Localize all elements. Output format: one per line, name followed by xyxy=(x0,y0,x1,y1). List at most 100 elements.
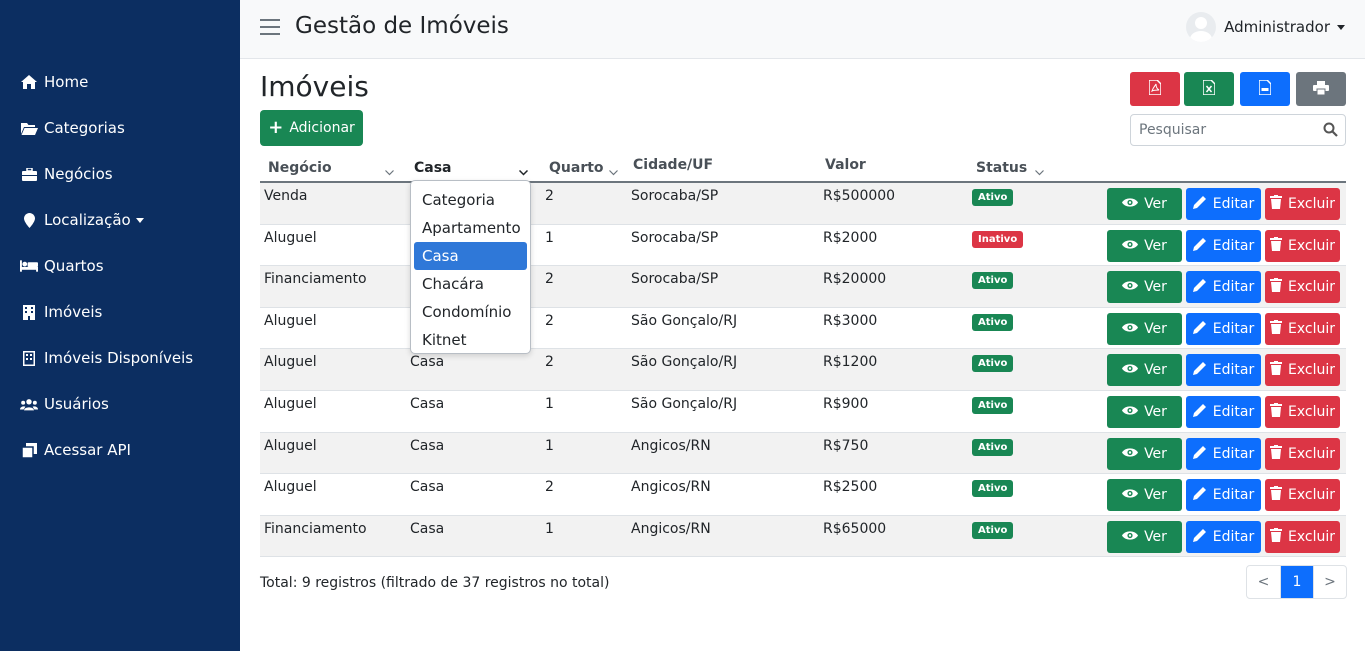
chevron-down-icon xyxy=(518,164,529,180)
file-csv-icon xyxy=(1258,78,1272,99)
delete-button[interactable]: Excluir xyxy=(1265,437,1340,470)
cell-cidade: Angicos/RN xyxy=(631,479,711,496)
cell-negocio: Aluguel xyxy=(264,312,317,329)
cell-valor: R$900 xyxy=(823,395,869,412)
category-option[interactable]: Kitnet xyxy=(414,326,527,354)
view-button[interactable]: Ver xyxy=(1107,271,1182,304)
view-button[interactable]: Ver xyxy=(1107,437,1182,470)
column-header-status[interactable]: Status xyxy=(976,155,1046,181)
export-csv-button[interactable] xyxy=(1240,72,1290,106)
view-button[interactable]: Ver xyxy=(1107,188,1182,220)
view-button[interactable]: Ver xyxy=(1107,395,1182,428)
category-option[interactable]: Condomínio xyxy=(414,298,527,326)
sidebar-item-acessar-api[interactable]: Acessar API xyxy=(0,427,240,473)
eye-icon xyxy=(1122,404,1144,420)
view-button[interactable]: Ver xyxy=(1107,229,1182,262)
search-input[interactable] xyxy=(1131,115,1316,145)
category-option[interactable]: Casa xyxy=(414,242,527,270)
delete-button[interactable]: Excluir xyxy=(1265,188,1340,220)
print-button[interactable] xyxy=(1296,72,1346,106)
delete-button[interactable]: Excluir xyxy=(1265,354,1340,387)
pagination-page[interactable]: 1 xyxy=(1280,566,1313,598)
top-navbar: Gestão de Imóveis Administrador xyxy=(240,0,1365,59)
pagination-next[interactable]: > xyxy=(1313,566,1346,598)
cell-negocio: Aluguel xyxy=(264,479,317,496)
print-icon xyxy=(1313,80,1329,99)
sidebar-item-label: Quartos xyxy=(44,257,104,275)
menu-toggle-icon[interactable] xyxy=(260,19,280,37)
cell-valor: R$1200 xyxy=(823,354,878,371)
column-header-quarto[interactable]: Quarto xyxy=(549,155,621,181)
trash-icon xyxy=(1270,236,1288,255)
cell-categoria: Casa xyxy=(410,354,445,371)
cell-quarto: 2 xyxy=(545,188,554,204)
view-button[interactable]: Ver xyxy=(1107,520,1182,553)
add-button[interactable]: + Adicionar xyxy=(260,110,363,146)
column-header-negocio[interactable]: Negócio xyxy=(268,155,408,181)
delete-button[interactable]: Excluir xyxy=(1265,395,1340,428)
avatar xyxy=(1186,12,1217,42)
app-title: Gestão de Imóveis xyxy=(295,13,509,39)
delete-button[interactable]: Excluir xyxy=(1265,479,1340,512)
sidebar-item-categorias[interactable]: Categorias xyxy=(0,105,240,151)
delete-button[interactable]: Excluir xyxy=(1265,229,1340,262)
pagination: < 1 > xyxy=(1246,565,1347,599)
sidebar-item-home[interactable]: Home xyxy=(0,59,240,105)
sidebar-item-quartos[interactable]: Quartos xyxy=(0,243,240,289)
eye-icon xyxy=(1122,446,1144,462)
cell-categoria: Casa xyxy=(410,437,445,454)
user-menu[interactable]: Administrador xyxy=(1186,12,1345,42)
cell-cidade: Angicos/RN xyxy=(631,520,711,537)
table-header: Negócio Casa Quarto Cidade/UF Valor Stat… xyxy=(260,155,1346,183)
view-button[interactable]: Ver xyxy=(1107,354,1182,387)
table-row: Aluguel Casa 1 Angicos/RN R$750 Ativo Ver Edita… xyxy=(260,432,1346,475)
edit-button[interactable]: Editar xyxy=(1186,354,1261,387)
view-button[interactable]: Ver xyxy=(1107,312,1182,345)
category-option[interactable]: Categoria xyxy=(414,186,527,214)
edit-button[interactable]: Editar xyxy=(1186,188,1261,220)
edit-button[interactable]: Editar xyxy=(1186,479,1261,512)
sidebar-item-negocios[interactable]: Negócios xyxy=(0,151,240,197)
pencil-icon xyxy=(1192,486,1213,504)
export-pdf-button[interactable] xyxy=(1130,72,1180,106)
category-option[interactable]: Apartamento xyxy=(414,214,527,242)
sidebar-item-imoveis[interactable]: Imóveis xyxy=(0,289,240,335)
pencil-icon xyxy=(1192,361,1213,379)
cell-valor: R$750 xyxy=(823,437,869,454)
status-badge: Ativo xyxy=(972,355,1014,373)
sidebar-item-usuarios[interactable]: Usuários xyxy=(0,381,240,427)
delete-button[interactable]: Excluir xyxy=(1265,271,1340,304)
export-excel-button[interactable] xyxy=(1184,72,1234,106)
status-badge: Ativo xyxy=(972,438,1014,456)
column-header-valor: Valor xyxy=(825,157,866,173)
status-badge: Inativo xyxy=(972,230,1024,248)
cell-valor: R$2500 xyxy=(823,479,878,496)
delete-button[interactable]: Excluir xyxy=(1265,520,1340,553)
edit-button[interactable]: Editar xyxy=(1186,312,1261,345)
sidebar-item-localizacao[interactable]: Localização xyxy=(0,197,240,243)
chevron-down-icon xyxy=(1337,24,1345,30)
edit-button[interactable]: Editar xyxy=(1186,437,1261,470)
delete-button[interactable]: Excluir xyxy=(1265,312,1340,345)
category-dropdown-menu: Categoria Apartamento Casa Chacára Condomíni… xyxy=(410,180,531,354)
edit-button[interactable]: Editar xyxy=(1186,395,1261,428)
edit-button[interactable]: Editar xyxy=(1186,271,1261,304)
category-filter-select[interactable]: Casa xyxy=(414,155,532,181)
pencil-icon xyxy=(1192,403,1213,421)
edit-button[interactable]: Editar xyxy=(1186,229,1261,262)
cell-valor: R$3000 xyxy=(823,312,878,329)
column-header-cidade: Cidade/UF xyxy=(633,157,714,173)
search-icon[interactable] xyxy=(1323,122,1338,141)
edit-button[interactable]: Editar xyxy=(1186,520,1261,553)
sidebar-item-imoveis-disponiveis[interactable]: Imóveis Disponíveis xyxy=(0,335,240,381)
cell-negocio: Financiamento xyxy=(264,520,367,537)
pagination-prev[interactable]: < xyxy=(1247,566,1280,598)
view-button[interactable]: Ver xyxy=(1107,479,1182,512)
folder-open-icon xyxy=(20,120,38,136)
sidebar-item-label: Negócios xyxy=(44,165,113,183)
cell-quarto: 2 xyxy=(545,312,554,329)
add-button-label: Adicionar xyxy=(289,120,355,136)
sidebar-item-label: Home xyxy=(44,73,89,91)
eye-icon xyxy=(1122,487,1144,503)
category-option[interactable]: Chacára xyxy=(414,270,527,298)
